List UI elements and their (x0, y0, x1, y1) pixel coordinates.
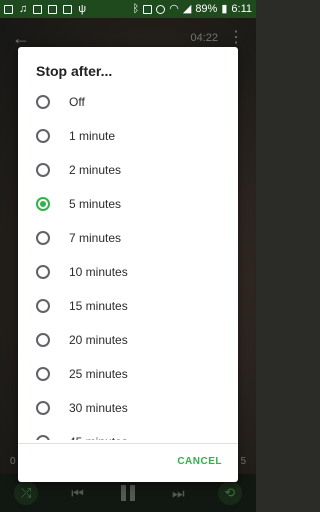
radio-unchecked-icon[interactable] (36, 435, 50, 440)
option-row[interactable]: 2 minutes (18, 153, 238, 187)
option-label: 25 minutes (69, 367, 128, 381)
option-row[interactable]: 25 minutes (18, 357, 238, 391)
option-label: 1 minute (69, 129, 116, 143)
option-row[interactable]: 7 minutes (18, 221, 238, 255)
radio-unchecked-icon[interactable] (36, 265, 50, 279)
option-label: 15 minutes (69, 299, 128, 313)
cloud-icon (63, 4, 73, 14)
clock: 6:11 (231, 2, 252, 15)
option-label: 20 minutes (69, 333, 128, 347)
option-row[interactable]: 15 minutes (18, 289, 238, 323)
option-row[interactable]: 5 minutes (18, 187, 238, 221)
bluetooth-icon: ᛒ (132, 2, 140, 15)
option-row[interactable]: 30 minutes (18, 391, 238, 425)
option-row[interactable]: 45 minutes (18, 425, 238, 440)
dialog-title: Stop after... (36, 63, 113, 79)
radio-unchecked-icon[interactable] (36, 163, 50, 177)
status-bar: ♫ ψ ᛒ ◠ ◢ 89% ▮ 6:11 (0, 0, 256, 18)
options-list[interactable]: Off 1 minute 2 minutes 5 minutes 7 minutes 10… (18, 85, 238, 440)
option-label: 10 minutes (69, 265, 128, 279)
cancel-button[interactable]: CANCEL (177, 456, 222, 467)
battery-icon: ▮ (221, 2, 228, 15)
option-label: Off (69, 95, 85, 109)
radio-unchecked-icon[interactable] (36, 367, 50, 381)
wifi-icon: ◠ (169, 2, 179, 15)
radio-unchecked-icon[interactable] (36, 401, 50, 415)
vibrate-icon (156, 4, 166, 14)
radio-unchecked-icon[interactable] (36, 333, 50, 347)
radio-unchecked-icon[interactable] (36, 129, 50, 143)
option-row[interactable]: Off (18, 85, 238, 119)
mail-icon (48, 4, 58, 14)
nfc-icon (143, 4, 153, 14)
option-row[interactable]: 10 minutes (18, 255, 238, 289)
usb-icon: ψ (78, 2, 87, 15)
image-icon (33, 4, 43, 14)
radio-unchecked-icon[interactable] (36, 231, 50, 245)
option-label: 5 minutes (69, 197, 122, 211)
battery-level: 89% (195, 2, 218, 15)
option-label: 7 minutes (69, 231, 122, 245)
notification-icon (4, 4, 13, 14)
option-row[interactable]: 1 minute (18, 119, 238, 153)
option-row[interactable]: 20 minutes (18, 323, 238, 357)
sleep-timer-dialog: Stop after... Off 1 minute 2 minutes 5 minu… (18, 47, 238, 482)
music-icon: ♫ (19, 2, 28, 15)
option-label: 45 minutes (69, 435, 128, 440)
option-label: 30 minutes (69, 401, 128, 415)
signal-icon: ◢ (182, 2, 192, 15)
dialog-footer: CANCEL (18, 443, 238, 482)
radio-checked-icon[interactable] (36, 197, 50, 211)
radio-unchecked-icon[interactable] (36, 95, 50, 109)
radio-unchecked-icon[interactable] (36, 299, 50, 313)
option-label: 2 minutes (69, 163, 122, 177)
